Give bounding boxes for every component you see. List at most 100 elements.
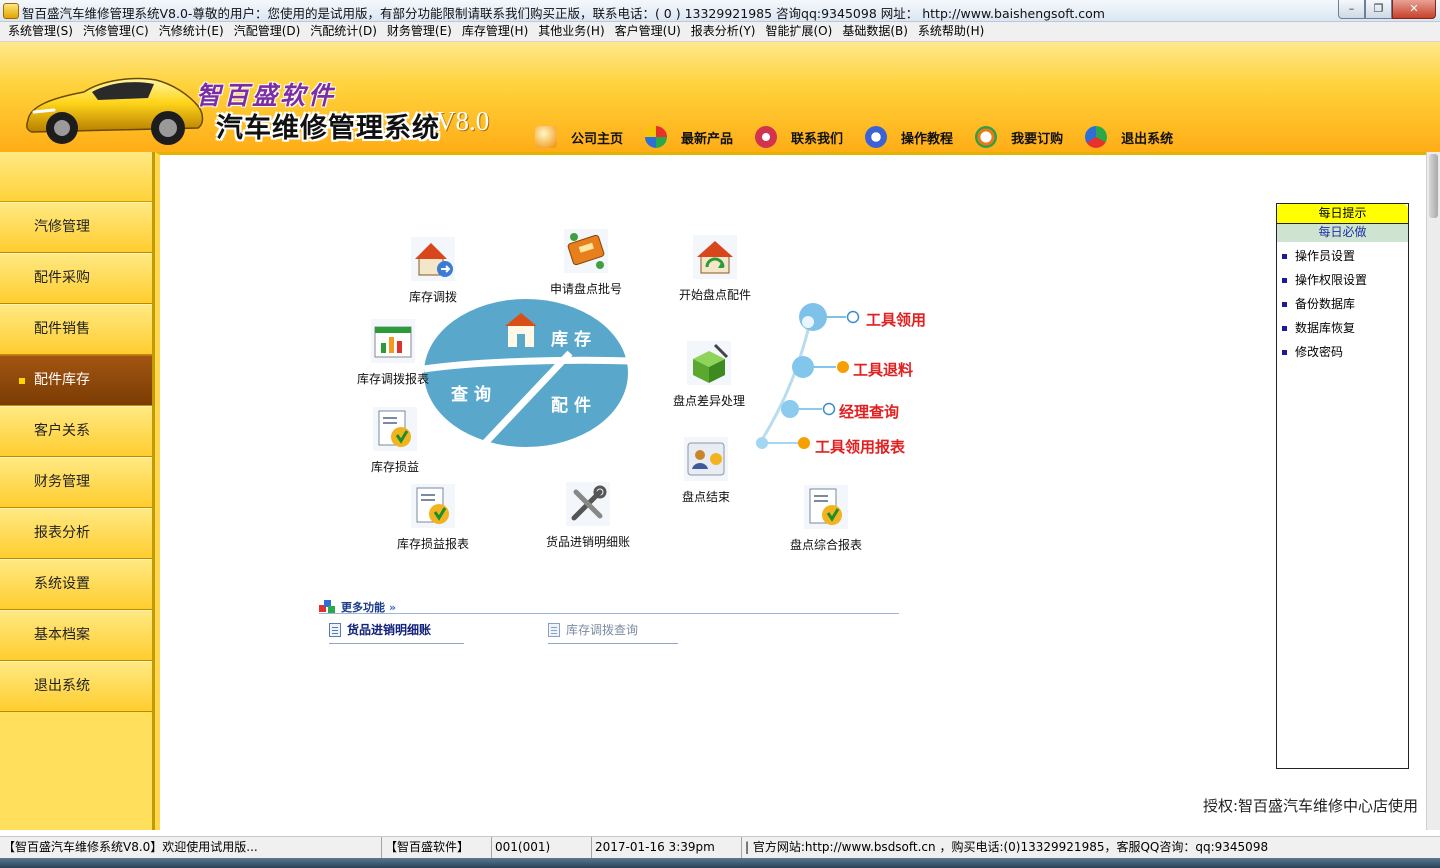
bullet-icon <box>1282 253 1287 259</box>
menu-finance[interactable]: 财务管理(E) <box>383 22 456 41</box>
tip-label: 修改密码 <box>1295 345 1344 359</box>
func-count-finish[interactable]: 盘点结束 <box>668 435 744 505</box>
inventory-diagram: 库存 查询 配件 库存调拨 申请盘点批号 开始盘点配件 库存调拨报表 盘点差异处… <box>160 155 1431 833</box>
menu-parts-stats[interactable]: 汽配统计(D) <box>306 22 381 41</box>
ticket-icon <box>564 229 608 273</box>
sidebar-item-reports[interactable]: 报表分析 <box>0 508 152 559</box>
func-label: 库存调拨报表 <box>356 372 429 386</box>
sidebar-item-parts-purchase[interactable]: 配件采购 <box>0 253 152 304</box>
tool-checkout-report-link[interactable]: 工具领用报表 <box>815 436 905 457</box>
more-link-transfer-query[interactable]: 库存调拨查询 <box>548 621 678 644</box>
bullet-icon <box>1282 277 1287 283</box>
menu-basic-data[interactable]: 基础数据(B) <box>838 22 912 41</box>
link-underline <box>548 643 678 644</box>
house-transfer-icon <box>411 237 455 281</box>
document-money-icon <box>373 407 417 451</box>
link-underline <box>329 643 464 644</box>
func-label: 库存调拨 <box>408 290 457 304</box>
func-transfer-report[interactable]: 库存调拨报表 <box>352 317 434 387</box>
sidebar-item-parts-inventory[interactable]: 配件库存 <box>0 355 152 406</box>
more-link-goods-ledger[interactable]: 货品进销明细账 <box>329 621 464 644</box>
box-edit-icon <box>687 341 731 385</box>
func-label: 货品进销明细账 <box>545 535 630 549</box>
sidebar-item-exit[interactable]: 退出系统 <box>0 661 152 712</box>
menu-repair[interactable]: 汽修管理(C) <box>79 22 153 41</box>
more-link-label: 货品进销明细账 <box>347 623 432 637</box>
menu-other[interactable]: 其他业务(H) <box>534 22 608 41</box>
sidebar-item-parts-sales[interactable]: 配件销售 <box>0 304 152 355</box>
document-icon <box>548 622 560 637</box>
status-datetime: 2017-01-16 3:39pm <box>592 837 742 858</box>
sidebar-item-finance[interactable]: 财务管理 <box>0 457 152 508</box>
tip-restore-database[interactable]: 数据库恢复 <box>1282 316 1408 340</box>
status-contact: | 官方网站:http://www.bsdsoft.cn ，购买电话:(0)13… <box>745 840 1269 854</box>
minimize-button[interactable]: – <box>1338 0 1365 19</box>
more-link-label: 库存调拨查询 <box>566 623 639 637</box>
sidebar-item-settings[interactable]: 系统设置 <box>0 559 152 610</box>
tip-label: 操作权限设置 <box>1295 273 1368 287</box>
tip-operator-settings[interactable]: 操作员设置 <box>1282 244 1408 268</box>
filled-marker-icon <box>798 437 810 449</box>
menu-customer[interactable]: 客户管理(U) <box>611 22 685 41</box>
func-goods-ledger[interactable]: 货品进销明细账 <box>540 480 636 550</box>
func-start-count[interactable]: 开始盘点配件 <box>675 233 755 303</box>
nav-home[interactable]: 公司主页 <box>535 126 623 148</box>
tip-backup-database[interactable]: 备份数据库 <box>1282 292 1408 316</box>
new-product-icon <box>645 126 668 148</box>
sidebar-item-label: 配件采购 <box>34 270 90 286</box>
nav-order-label: 我要订购 <box>1011 131 1064 147</box>
hollow-marker-icon <box>822 402 836 416</box>
tutorial-icon <box>865 126 888 148</box>
tool-return-link[interactable]: 工具退料 <box>853 359 913 380</box>
vertical-scrollbar[interactable] <box>1426 152 1440 830</box>
tools-icon <box>566 482 610 526</box>
nav-order[interactable]: 我要订购 <box>975 126 1063 148</box>
menu-parts[interactable]: 汽配管理(D) <box>230 22 305 41</box>
order-icon <box>975 126 998 148</box>
bullet-icon <box>1282 325 1287 331</box>
sidebar-item-label: 系统设置 <box>34 576 90 592</box>
func-label: 盘点综合报表 <box>789 538 862 552</box>
tip-change-password[interactable]: 修改密码 <box>1282 340 1408 364</box>
menu-repair-stats[interactable]: 汽修统计(E) <box>155 22 228 41</box>
tip-label: 备份数据库 <box>1295 297 1356 311</box>
tools-arc <box>756 303 860 449</box>
menu-bar: 系统管理(S) 汽修管理(C) 汽修统计(E) 汽配管理(D) 汽配统计(D) … <box>0 22 1440 42</box>
func-profit-loss[interactable]: 库存损益 <box>360 405 430 475</box>
func-count-difference[interactable]: 盘点差异处理 <box>665 339 753 409</box>
close-button[interactable]: ✕ <box>1392 0 1436 19</box>
manager-query-link[interactable]: 经理查询 <box>839 401 899 422</box>
nav-contact[interactable]: 联系我们 <box>755 126 843 148</box>
menu-smart[interactable]: 智能扩展(O) <box>762 22 837 41</box>
nav-tutorial[interactable]: 操作教程 <box>865 126 953 148</box>
menu-system[interactable]: 系统管理(S) <box>4 22 77 41</box>
sidebar-item-label: 报表分析 <box>34 525 90 541</box>
hub-top-label: 库存 <box>551 330 597 350</box>
menu-reports[interactable]: 报表分析(Y) <box>687 22 760 41</box>
func-request-batch[interactable]: 申请盘点批号 <box>543 227 629 297</box>
more-divider <box>319 613 899 614</box>
sidebar-item-repair[interactable]: 汽修管理 <box>0 202 152 253</box>
status-user: 001(001) <box>492 837 592 858</box>
restore-button[interactable]: ❐ <box>1365 0 1392 19</box>
tool-checkout-link[interactable]: 工具领用 <box>866 309 926 330</box>
menu-inventory[interactable]: 库存管理(H) <box>458 22 532 41</box>
nav-new-products[interactable]: 最新产品 <box>645 126 733 148</box>
menu-help[interactable]: 系统帮助(H) <box>914 22 988 41</box>
scrollbar-thumb[interactable] <box>1429 154 1438 218</box>
func-count-summary-report[interactable]: 盘点综合报表 <box>782 483 870 553</box>
document-money-icon <box>804 485 848 529</box>
tip-label: 操作员设置 <box>1295 249 1356 263</box>
sidebar-item-label: 退出系统 <box>34 678 90 694</box>
nav-new-products-label: 最新产品 <box>681 131 734 147</box>
nav-exit[interactable]: 退出系统 <box>1085 126 1173 148</box>
sidebar-item-archives[interactable]: 基本档案 <box>0 610 152 661</box>
sidebar-item-customer[interactable]: 客户关系 <box>0 406 152 457</box>
daily-tips-panel: 每日提示 每日必做 操作员设置 操作权限设置 备份数据库 数据库恢复 修改密码 <box>1276 203 1409 769</box>
func-stock-transfer[interactable]: 库存调拨 <box>400 235 466 305</box>
func-profit-loss-report[interactable]: 库存损益报表 <box>388 482 478 552</box>
func-label: 申请盘点批号 <box>549 282 622 296</box>
sidebar-item-label: 配件销售 <box>34 321 90 337</box>
sports-car-icon <box>26 77 204 145</box>
tip-permission-settings[interactable]: 操作权限设置 <box>1282 268 1408 292</box>
